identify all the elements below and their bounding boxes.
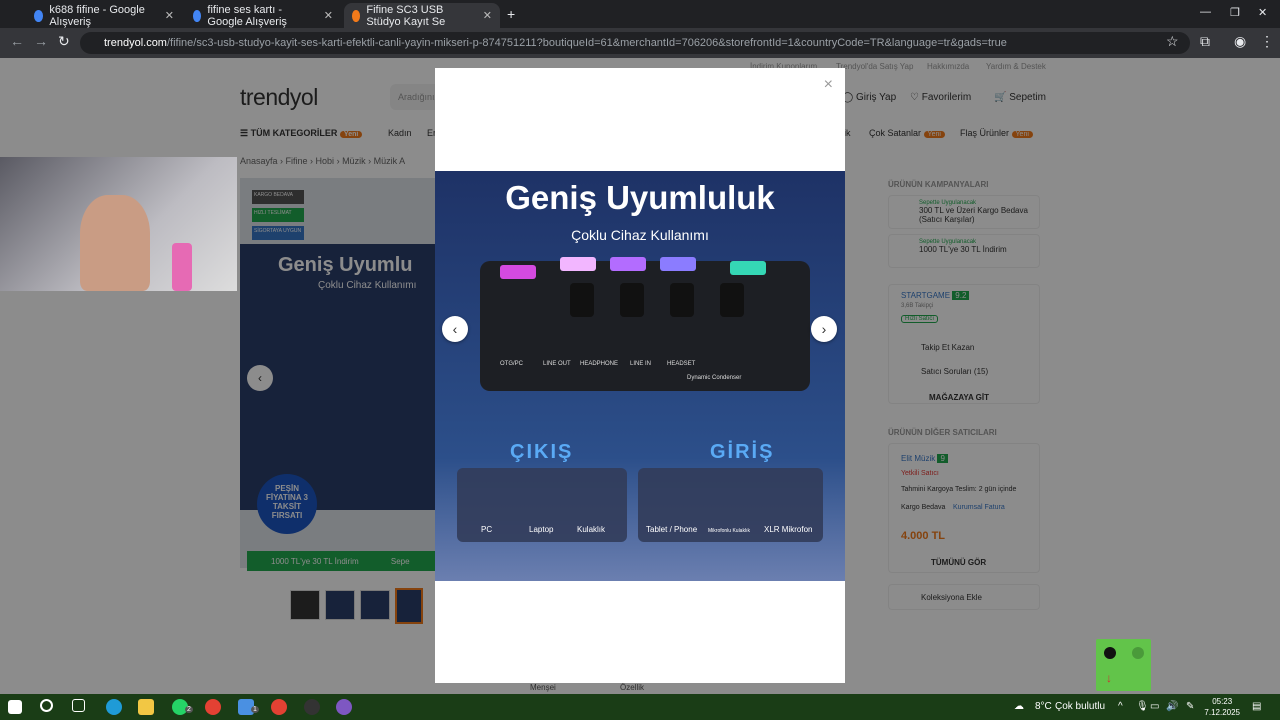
microphone-icon[interactable]: 🎙 (1136, 701, 1149, 712)
google-icon (193, 9, 202, 22)
app-badge: 1 (251, 706, 259, 713)
close-tab-icon[interactable]: ✕ (483, 9, 492, 22)
weather-icon[interactable]: ☁ (1014, 701, 1024, 712)
reload-icon[interactable]: ↻ (58, 33, 70, 50)
weather-desc: Çok bulutlu (1055, 701, 1106, 712)
chrome-active-icon[interactable] (271, 699, 287, 715)
restore-icon[interactable]: ❐ (1230, 6, 1240, 19)
image-title: Geniş Uyumluluk (505, 179, 775, 216)
widget-icon (1104, 647, 1116, 659)
pad (500, 265, 536, 279)
input-headset: Mikrofonlu Kulaklık (708, 528, 750, 534)
output-headphones: Kulaklık (577, 525, 606, 534)
weather-temp: 8°C (1035, 701, 1052, 712)
tab-trendyol[interactable]: Fifine SC3 USB Stüdyo Kayıt Se ✕ (344, 3, 500, 28)
tab-shopping-1[interactable]: k688 fifine - Google Alışveriş ✕ (26, 3, 182, 28)
pad (660, 257, 696, 271)
knob (570, 283, 594, 317)
microphone-shape (172, 243, 192, 291)
floating-widget[interactable]: ↓ (1096, 639, 1151, 691)
port-label: LINE IN (630, 361, 652, 367)
pad (730, 261, 766, 275)
input-tablet: Tablet / Phone (646, 525, 698, 534)
profile-avatar[interactable]: ◉ (1234, 33, 1246, 50)
address-bar: ← → ↻ trendyol.com/fifine/sc3-usb-studyo… (0, 28, 1280, 58)
back-icon[interactable]: ← (10, 33, 24, 49)
search-icon[interactable] (40, 699, 53, 712)
pad (610, 257, 646, 271)
output-panel: PC Laptop Kulaklık (457, 468, 627, 542)
output-pc: PC (481, 525, 493, 534)
close-tab-icon[interactable]: ✕ (165, 9, 174, 22)
network-icon[interactable]: ▭ (1150, 701, 1159, 712)
pen-icon[interactable]: ✎ (1186, 701, 1194, 712)
extensions-icon[interactable]: ⧉ (1200, 33, 1210, 50)
notification-icon[interactable]: ▤ (1252, 701, 1261, 712)
edge-icon[interactable] (106, 699, 122, 715)
knob (620, 283, 644, 317)
next-image-button[interactable]: › (811, 316, 837, 342)
port-label: LINE OUT (543, 361, 571, 367)
tray-chevron-icon[interactable]: ^ (1118, 701, 1123, 712)
input-panel: Tablet / Phone Mikrofonlu Kulaklık XLR M… (638, 468, 823, 542)
file-explorer-icon[interactable] (138, 699, 154, 715)
close-icon[interactable]: × (824, 76, 833, 94)
bookmark-star-icon[interactable]: ☆ (1166, 33, 1179, 50)
menu-icon[interactable]: ⋮ (1260, 33, 1274, 50)
output-label: ÇIKIŞ (510, 441, 574, 463)
tab-label: Fifine SC3 USB Stüdyo Kayıt Se (366, 3, 446, 28)
modal-image: Geniş Uyumluluk Çoklu Cihaz Kullanımı OT… (435, 171, 845, 581)
streamer-figure (80, 195, 150, 291)
url-path: /fifine/sc3-usb-studyo-kayit-ses-karti-e… (166, 37, 1007, 49)
mixer-device (480, 257, 810, 391)
clock[interactable]: 05:23 7.12.2025 (1204, 696, 1240, 718)
knob (670, 283, 694, 317)
clock-date: 7.12.2025 (1204, 708, 1240, 717)
whatsapp-badge: 2 (185, 706, 193, 713)
windows-taskbar: 2 1 ☁ 8°C Çok bulutlu ^ 🎙 ▭ 🔊 ✎ 05:23 7.… (0, 694, 1280, 720)
widget-arrow-icon: ↓ (1106, 671, 1112, 685)
output-laptop: Laptop (529, 525, 554, 534)
port-label: OTG/PC (500, 361, 524, 367)
google-icon (34, 9, 44, 22)
trendyol-icon (352, 9, 361, 22)
port-label: HEADSET (667, 361, 696, 367)
input-xlr: XLR Mikrofon (764, 525, 813, 534)
url-host: trendyol.com (104, 37, 167, 49)
tab-label: fifine ses kartı - Google Alışveriş (207, 3, 287, 28)
volume-icon[interactable]: 🔊 (1166, 701, 1178, 712)
windows-start-icon[interactable] (8, 700, 22, 714)
browser-tab-bar: k688 fifine - Google Alışveriş ✕ fifine … (0, 0, 1280, 28)
knob (720, 283, 744, 317)
new-tab-button[interactable]: + (507, 6, 515, 22)
forward-icon[interactable]: → (34, 33, 48, 49)
tab-shopping-2[interactable]: fifine ses kartı - Google Alışveriş ✕ (185, 3, 341, 28)
port-label: Condenser (712, 375, 742, 381)
image-modal: × Geniş Uyumluluk Çoklu Cihaz Kullanımı … (435, 68, 845, 683)
clock-time: 05:23 (1212, 697, 1233, 706)
app-icon[interactable] (336, 699, 352, 715)
pad (560, 257, 596, 271)
webcam-feed (0, 157, 237, 291)
port-label: HEADPHONE (580, 361, 619, 367)
minimize-icon[interactable]: — (1200, 6, 1211, 18)
obs-icon[interactable] (304, 699, 320, 715)
widget-icon (1132, 647, 1144, 659)
task-view-icon[interactable] (72, 699, 85, 712)
chrome-icon[interactable] (205, 699, 221, 715)
close-tab-icon[interactable]: ✕ (324, 9, 333, 22)
tab-label: k688 fifine - Google Alışveriş (49, 3, 145, 28)
url-field[interactable]: trendyol.com/fifine/sc3-usb-studyo-kayit… (80, 32, 1190, 54)
image-subtitle: Çoklu Cihaz Kullanımı (571, 227, 709, 243)
port-label: Dynamic (687, 375, 711, 381)
close-window-icon[interactable]: ✕ (1258, 6, 1267, 19)
input-label: GİRİŞ (710, 441, 775, 463)
prev-image-button[interactable]: ‹ (442, 316, 468, 342)
